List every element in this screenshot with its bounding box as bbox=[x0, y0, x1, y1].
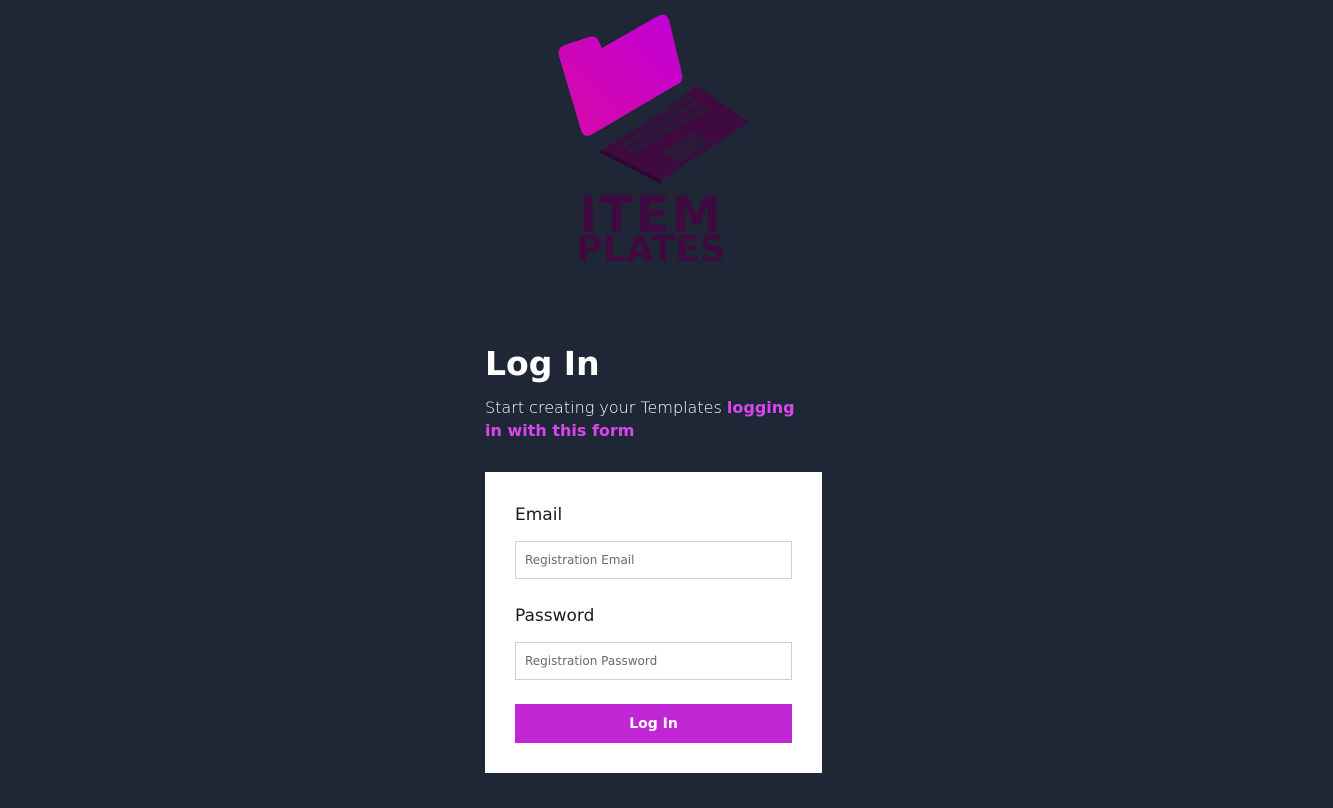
app-logo: ITEM PLATES bbox=[555, 12, 755, 270]
laptop-folder-icon bbox=[558, 14, 749, 184]
subtitle-prefix: Start creating your Templates bbox=[485, 398, 727, 417]
login-form: Email Password Log In bbox=[485, 472, 822, 773]
login-button[interactable]: Log In bbox=[515, 704, 792, 743]
email-label: Email bbox=[515, 505, 563, 525]
page-title: Log In bbox=[485, 344, 600, 383]
page-subtitle: Start creating your Templates logging in… bbox=[485, 396, 815, 442]
email-input[interactable] bbox=[515, 541, 792, 579]
logo-text-plates: PLATES bbox=[576, 229, 726, 270]
password-label: Password bbox=[515, 606, 595, 626]
password-input[interactable] bbox=[515, 642, 792, 680]
